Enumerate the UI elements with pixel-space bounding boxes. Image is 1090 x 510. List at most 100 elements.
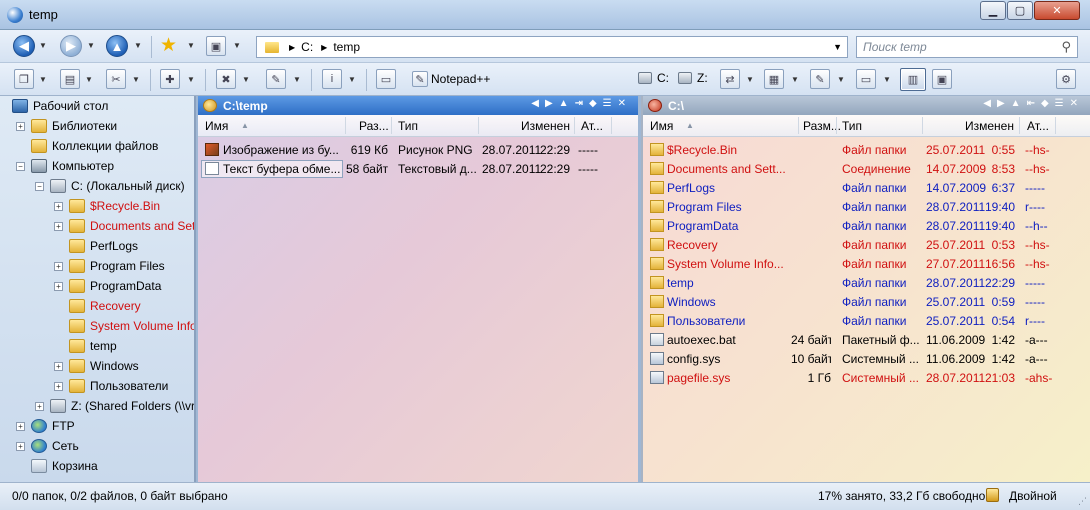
file-row[interactable]: PerfLogs Файл папки 14.07.2009 6:37 ----- [643, 178, 1090, 197]
layout-dropdown-icon[interactable]: ▼ [882, 75, 892, 84]
expander-icon[interactable]: + [16, 441, 25, 451]
delete-dropdown-icon[interactable]: ▼ [241, 75, 251, 84]
back-dropdown-icon[interactable]: ▼ [38, 41, 48, 50]
tree-item[interactable]: − C: (Локальный диск) [35, 176, 185, 196]
tree-item[interactable]: + Пользователи [54, 376, 168, 396]
panel-nav-controls-icon[interactable]: ◀▶▲⇥◆☰✕ [531, 98, 632, 109]
drive-z-button[interactable]: Z: [678, 71, 708, 85]
column-divider[interactable] [478, 117, 479, 134]
favorites-dropdown-icon[interactable]: ▼ [186, 41, 196, 50]
file-row[interactable]: temp Файл папки 28.07.2011 22:29 ----- [643, 273, 1090, 292]
computer-shortcut-icon[interactable]: ▣ [206, 36, 226, 56]
back-button[interactable]: ◀ [13, 35, 35, 57]
forward-dropdown-icon[interactable]: ▼ [86, 41, 96, 50]
view-mode-status[interactable]: Двойной [1009, 489, 1057, 503]
layout-icon[interactable]: ▭ [856, 69, 876, 89]
dual-pane-icon[interactable]: ▥ [900, 68, 926, 91]
column-type[interactable]: Тип [842, 119, 862, 133]
file-row[interactable]: Program Files Файл папки 28.07.2011 19:40 r-… [643, 197, 1090, 216]
file-row[interactable]: ProgramData Файл папки 28.07.2011 19:40 --h-… [643, 216, 1090, 235]
expander-icon[interactable]: + [35, 401, 44, 411]
tree-item[interactable]: + Z: (Shared Folders (\\vr [35, 396, 194, 416]
folder-tree[interactable]: Рабочий стол + Библиотеки Коллекции файлов −… [0, 96, 196, 482]
notepad-plus-plus-button[interactable]: ✎ Notepad++ [412, 71, 490, 87]
minimize-button[interactable]: ▁ [980, 1, 1006, 20]
column-divider[interactable] [1055, 117, 1056, 134]
column-divider[interactable] [1019, 117, 1020, 134]
column-divider[interactable] [922, 117, 923, 134]
copy-dropdown-icon[interactable]: ▼ [38, 75, 48, 84]
tree-item[interactable]: + Program Files [54, 256, 165, 276]
paste-dropdown-icon[interactable]: ▼ [84, 75, 94, 84]
copy-icon[interactable]: ❐ [14, 69, 34, 89]
tree-item[interactable]: + FTP [16, 416, 75, 436]
breadcrumb-arrow-icon[interactable]: ▶ [321, 43, 327, 52]
new-folder-icon[interactable]: ✚ [160, 69, 180, 89]
view-mode-icon[interactable]: ▦ [764, 69, 784, 89]
delete-icon[interactable]: ✖ [216, 69, 236, 89]
file-row[interactable]: Пользователи Файл папки 25.07.2011 0:54 r---… [643, 311, 1090, 330]
column-divider[interactable] [574, 117, 575, 134]
view-dropdown-icon[interactable]: ▼ [790, 75, 800, 84]
file-row[interactable]: System Volume Info... Файл папки 27.07.201… [643, 254, 1090, 273]
file-row[interactable]: Windows Файл папки 25.07.2011 0:59 ----- [643, 292, 1090, 311]
command-prompt-icon[interactable]: ▭ [376, 69, 396, 89]
breadcrumb-arrow-icon[interactable]: ▶ [289, 43, 295, 52]
address-bar[interactable]: ▶ C: ▶ temp ▼ [256, 36, 848, 58]
paste-icon[interactable]: ▤ [60, 69, 80, 89]
expander-icon[interactable]: + [54, 221, 63, 231]
expander-icon[interactable]: + [54, 361, 63, 371]
column-divider[interactable] [345, 117, 346, 134]
edit-dropdown-icon[interactable]: ▼ [836, 75, 846, 84]
column-name[interactable]: Имя [650, 119, 673, 133]
expander-icon[interactable]: + [54, 201, 63, 211]
tree-item[interactable]: − Компьютер [16, 156, 114, 176]
right-file-panel[interactable]: C:\ ◀▶▲⇤◆☰✕ Имя ▲ Разм... Тип Изменен Ат… [641, 96, 1090, 482]
search-icon[interactable]: ⚲ [1061, 39, 1071, 55]
expander-icon[interactable]: − [16, 161, 25, 171]
file-row[interactable]: Recovery Файл папки 25.07.2011 0:53 --hs- [643, 235, 1090, 254]
up-button[interactable]: ▲ [106, 35, 128, 57]
cut-icon[interactable]: ✂ [106, 69, 126, 89]
tree-item[interactable]: + $Recycle.Bin [54, 196, 160, 216]
tree-item[interactable]: System Volume Info [54, 316, 194, 336]
properties-tools-icon[interactable]: ✎ [266, 69, 286, 89]
column-attributes[interactable]: Ат... [581, 119, 603, 133]
column-type[interactable]: Тип [398, 119, 418, 133]
column-divider[interactable] [391, 117, 392, 134]
tree-item[interactable]: Рабочий стол [12, 96, 108, 116]
column-attributes[interactable]: Ат... [1027, 119, 1049, 133]
file-row[interactable]: $Recycle.Bin Файл папки 25.07.2011 0:55 --hs… [643, 140, 1090, 159]
tree-item[interactable]: + Сеть [16, 436, 79, 456]
tools-dropdown-icon[interactable]: ▼ [292, 75, 302, 84]
expander-icon[interactable]: + [54, 381, 63, 391]
file-row[interactable]: Текст буфера обме... 58 байт Текстовый д..… [198, 159, 638, 178]
expander-icon[interactable]: + [54, 281, 63, 291]
file-row[interactable]: config.sys 10 байт Системный ... 11.06.2009… [643, 349, 1090, 368]
column-divider[interactable] [836, 117, 837, 134]
sync-icon[interactable]: ⇄ [720, 69, 740, 89]
resize-grip-icon[interactable]: ⋰ [1078, 496, 1087, 507]
column-size[interactable]: Раз... [359, 119, 389, 133]
tree-item[interactable]: temp [54, 336, 117, 356]
column-modified[interactable]: Изменен [965, 119, 1014, 133]
tree-item[interactable]: + Documents and Set [54, 216, 194, 236]
right-panel-header[interactable]: C:\ ◀▶▲⇤◆☰✕ [643, 96, 1090, 115]
computer-dropdown-icon[interactable]: ▼ [232, 41, 242, 50]
column-divider[interactable] [611, 117, 612, 134]
column-divider[interactable] [798, 117, 799, 134]
search-input[interactable]: Поиск temp ⚲ [856, 36, 1078, 58]
tree-item[interactable]: Recovery [54, 296, 141, 316]
edit-icon[interactable]: ✎ [810, 69, 830, 89]
preview-pane-icon[interactable]: ▣ [932, 69, 952, 89]
info-dropdown-icon[interactable]: ▼ [347, 75, 357, 84]
sync-dropdown-icon[interactable]: ▼ [745, 75, 755, 84]
left-file-panel[interactable]: C:\temp ◀▶▲⇥◆☰✕ Имя ▲ Раз... Тип Изменен… [198, 96, 638, 482]
file-row[interactable]: Изображение из бу... 619 Кб Рисунок PNG 28.… [198, 140, 638, 159]
lock-icon[interactable] [986, 488, 999, 502]
left-panel-header[interactable]: C:\temp ◀▶▲⇥◆☰✕ [198, 96, 638, 115]
favorites-star-icon[interactable]: ★ [160, 34, 177, 57]
file-row[interactable]: Documents and Sett... Соединение 14.07.200… [643, 159, 1090, 178]
tree-item[interactable]: Коллекции файлов [16, 136, 158, 156]
new-dropdown-icon[interactable]: ▼ [186, 75, 196, 84]
